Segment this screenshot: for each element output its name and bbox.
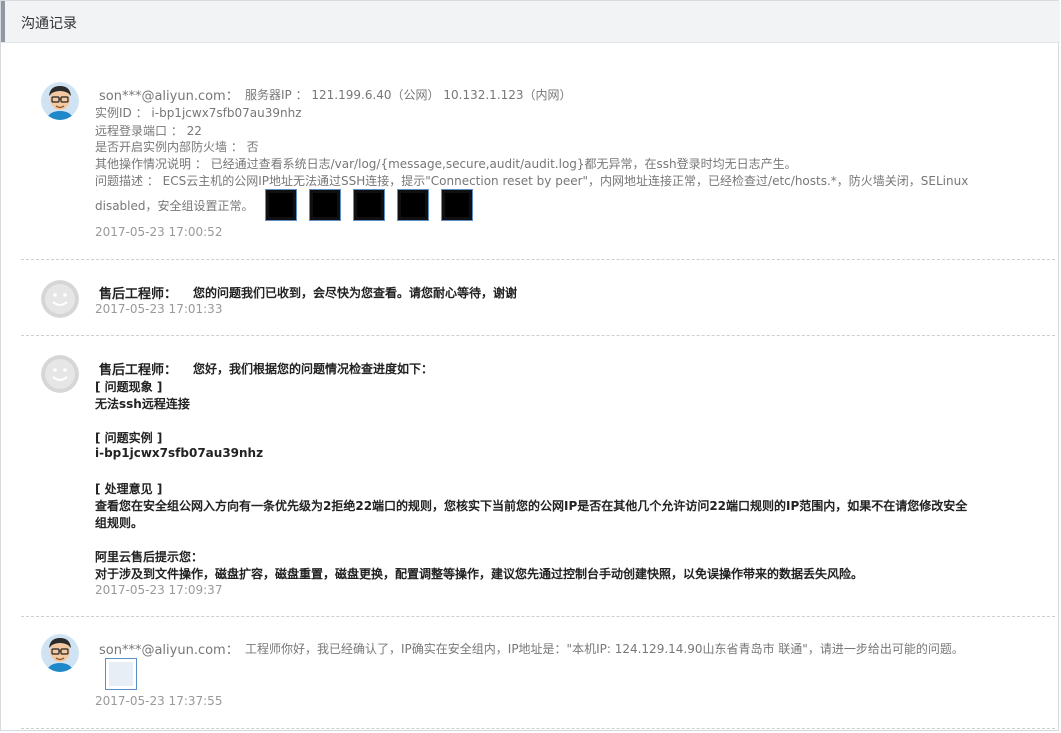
sender-name: 售后工程师： [99,287,178,302]
message-line: disabled，安全组设置正常。 [95,199,254,213]
message-line: 您好，我们根据您的问题情况检查进度如下： [193,362,434,376]
message-divider [21,335,1055,336]
sender-name: son***@aliyun.com： [99,89,239,104]
attachment-thumbnail-3[interactable] [353,189,385,221]
attachment-thumbnail-5[interactable] [441,189,473,221]
message-divider [21,616,1055,617]
message-timestamp: 2017-05-23 17:09:37 [95,583,223,597]
engineer-avatar-icon [41,280,79,318]
message-engineer-2: 售后工程师： 您好，我们根据您的问题情况检查进度如下： [ 问题现象 ] 无法s… [21,337,1055,613]
message-line: 无法ssh远程连接 [95,397,190,411]
engineer-avatar-icon [41,355,79,393]
communication-panel: 沟通记录 son***@aliyun.com： 服务器IP ： 121.199.… [0,0,1060,731]
message-line: 工程师你好，我已经确认了，IP确实在安全组内，IP地址是："本机IP: 124.… [245,642,964,656]
user-avatar-icon [41,82,79,120]
message-line: 服务器IP ： 121.199.6.40（公网） 10.132.1.123（内网… [245,88,572,102]
message-timestamp: 2017-05-23 17:01:33 [95,302,223,316]
attachment-thumbnail-2[interactable] [309,189,341,221]
message-divider [21,259,1055,260]
message-line: 对于涉及到文件操作，磁盘扩容，磁盘重置，磁盘更换，配置调整等操作，建议您先通过控… [95,567,864,581]
panel-title: 沟通记录 [21,16,77,32]
message-line: i-bp1jcwx7sfb07au39nhz [95,446,264,460]
attachment-thumbnail-4[interactable] [397,189,429,221]
message-line: 实例ID ： i-bp1jcwx7sfb07au39nhz [95,106,302,120]
user-avatar-icon [41,634,79,672]
message-line: 您的问题我们已收到，会尽快为您查看。请您耐心等待，谢谢 [193,286,518,300]
message-divider [21,728,1055,729]
message-timestamp: 2017-05-23 17:00:52 [95,225,223,239]
message-line: 其他操作情况说明 ： 已经通过查看系统日志/var/log/{message,s… [95,157,797,171]
message-line: 阿里云售后提示您： [95,550,204,564]
message-user-1: son***@aliyun.com： 服务器IP ： 121.199.6.40（… [21,61,1055,251]
message-line: [ 问题现象 ] [95,380,163,394]
message-line: 是否开启实例内部防火墙 ： 否 [95,140,259,154]
message-line: [ 问题实例 ] [95,431,163,445]
sender-name: 售后工程师： [99,363,178,378]
message-timestamp: 2017-05-23 17:37:55 [95,694,223,708]
attachment-thumbnail-6[interactable] [105,658,137,690]
sender-name: son***@aliyun.com： [99,643,239,658]
attachment-thumbnail-1[interactable] [265,189,297,221]
message-line: [ 处理意见 ] [95,482,163,496]
header-accent-bar [1,1,5,42]
message-line: 组规则。 [95,516,144,530]
message-line: 查看您在安全组公网入方向有一条优先级为2拒绝22端口的规则，您核实下当前您的公网… [95,499,968,513]
message-engineer-1: 售后工程师： 您的问题我们已收到，会尽快为您查看。请您耐心等待，谢谢 2017-… [21,261,1055,335]
panel-header: 沟通记录 [1,1,1060,43]
message-line: 问题描述 ： ECS云主机的公网IP地址无法通过SSH连接，提示"Connect… [95,174,969,188]
message-user-2: son***@aliyun.com： 工程师你好，我已经确认了，IP确实在安全组… [21,618,1055,728]
message-line: 远程登录端口 ： 22 [95,124,202,138]
